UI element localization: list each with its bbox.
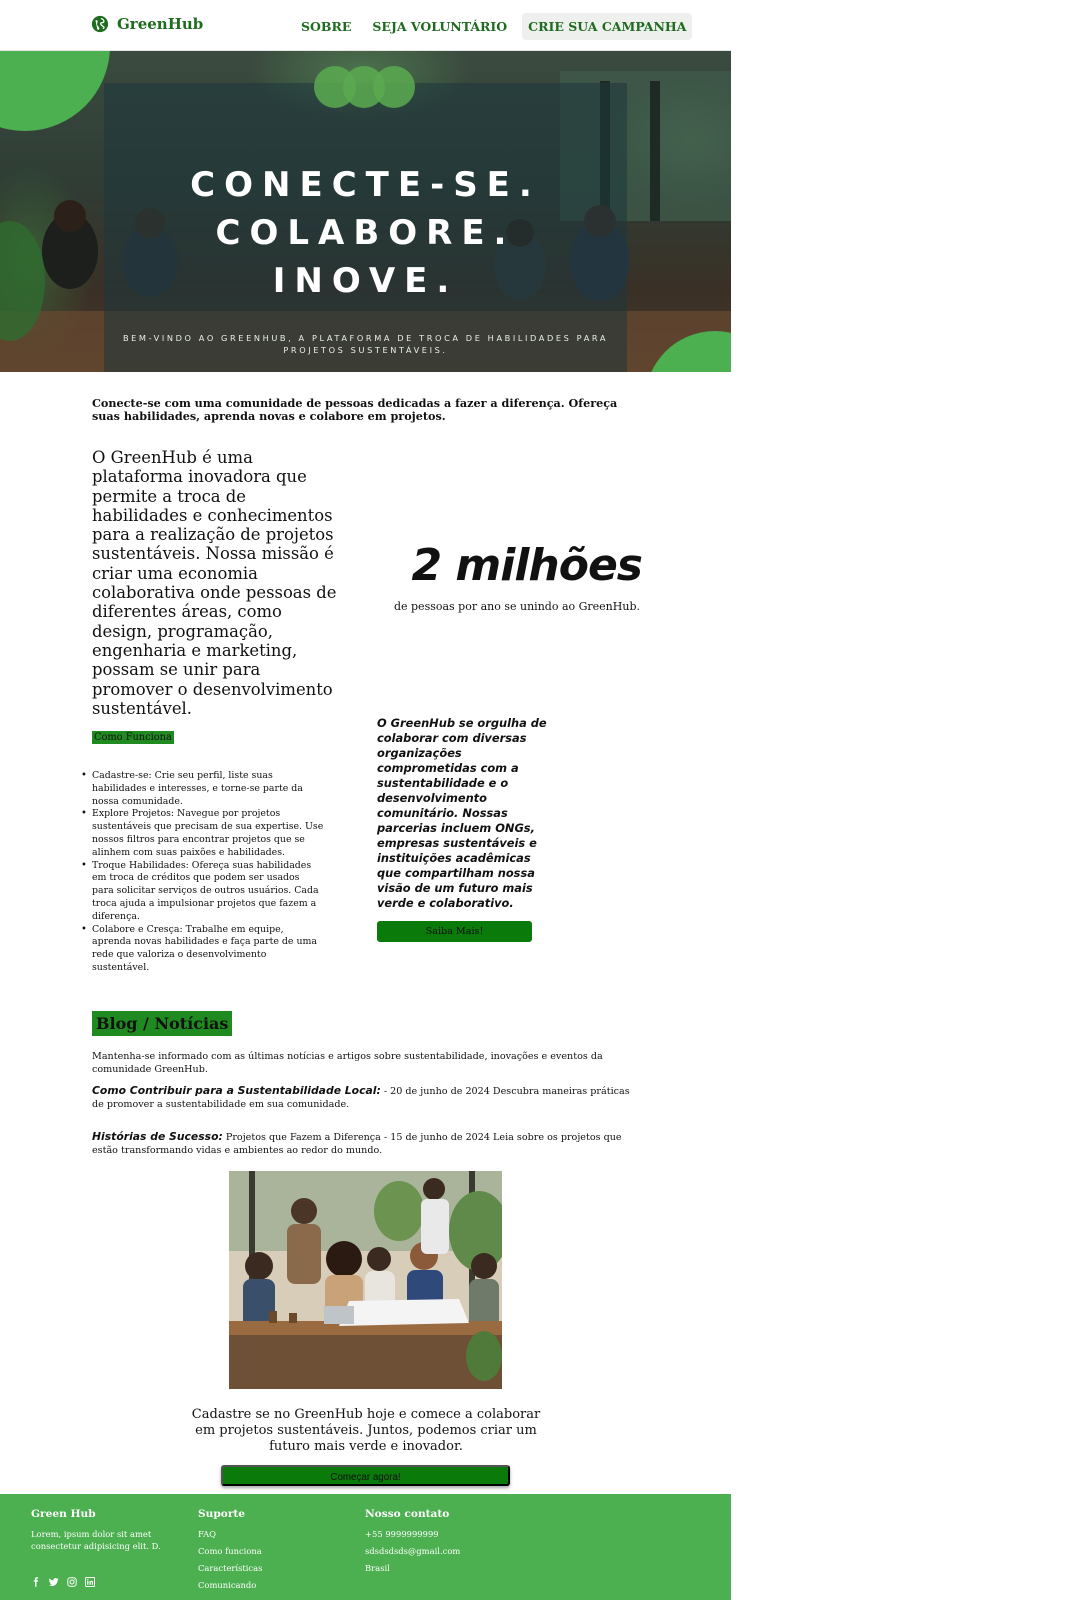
- blog-title: Blog / Notícias: [92, 1011, 233, 1036]
- how-it-works-list: Cadastre-se: Crie seu perfil, liste suas…: [81, 770, 324, 975]
- footer-link-comunicando[interactable]: Comunicando: [198, 1580, 348, 1592]
- footer-heading: Green Hub: [31, 1508, 96, 1520]
- footer-heading: Nosso contato: [365, 1508, 450, 1520]
- footer-support: Suporte FAQ Como funciona Característica…: [198, 1508, 348, 1597]
- nav-link-voluntario[interactable]: SEJA VOLUNTÁRIO: [366, 13, 513, 40]
- list-item: Colabore e Cresça: Trabalhe em equipe, a…: [81, 924, 324, 975]
- footer-email[interactable]: sdsdsdsds@gmail.com: [365, 1546, 525, 1558]
- stat-caption: de pessoas por ano se unindo ao GreenHub…: [393, 600, 640, 613]
- stat-value: 2 milhões: [411, 540, 643, 591]
- blog-post: Como Contribuir para a Sustentabilidade …: [92, 1084, 642, 1111]
- globe-icon: [91, 15, 109, 33]
- blog-post-title[interactable]: Histórias de Sucesso:: [92, 1130, 223, 1143]
- list-item: Cadastre-se: Crie seu perfil, liste suas…: [81, 770, 324, 808]
- intro-text: Conecte-se com uma comunidade de pessoas…: [92, 396, 618, 423]
- blog-post: Histórias de Sucesso: Projetos que Fazem…: [92, 1130, 642, 1157]
- community-photo: [229, 1171, 502, 1389]
- brand-logo-link[interactable]: GreenHub: [91, 15, 203, 33]
- footer-contact: Nosso contato +55 9999999999 sdsdsdsds@g…: [365, 1508, 525, 1580]
- page: GreenHub SOBRE SEJA VOLUNTÁRIO CRIE SUA …: [0, 0, 731, 1600]
- list-item: Troque Habilidades: Ofereça suas habilid…: [81, 860, 324, 924]
- hero-title-line: COLABORE.: [215, 213, 516, 253]
- instagram-icon[interactable]: [67, 1572, 77, 1587]
- footer-phone[interactable]: +55 9999999999: [365, 1529, 525, 1541]
- footer-about: Green Hub Lorem, ipsum dolor sit amet co…: [31, 1508, 196, 1552]
- community-photo-image: [229, 1171, 502, 1389]
- start-now-button[interactable]: Começar agora!: [221, 1465, 510, 1486]
- nav-link-sobre[interactable]: SOBRE: [295, 13, 357, 40]
- hero-title-line: INOVE.: [272, 261, 459, 301]
- top-nav: GreenHub SOBRE SEJA VOLUNTÁRIO CRIE SUA …: [0, 0, 731, 51]
- brand-name: GreenHub: [117, 15, 204, 33]
- partners-text: O GreenHub se orgulha de colaborar com d…: [377, 716, 547, 910]
- nav-link-crie-campanha[interactable]: CRIE SUA CAMPANHA: [522, 13, 693, 40]
- social-links: [31, 1572, 95, 1587]
- linkedin-icon[interactable]: [85, 1572, 95, 1587]
- about-text: O GreenHub é uma plataforma inovadora qu…: [92, 448, 337, 718]
- blog-lead: Mantenha-se informado com as últimas not…: [92, 1051, 603, 1075]
- footer-support-links: FAQ Como funciona Características Comuni…: [198, 1529, 348, 1592]
- footer-link-caracteristicas[interactable]: Características: [198, 1563, 348, 1575]
- hero-title-line: CONECTE-SE.: [190, 165, 541, 205]
- hero-title: CONECTE-SE. COLABORE. INOVE.: [104, 161, 627, 305]
- list-item: Explore Projetos: Navegue por projetos s…: [81, 808, 324, 859]
- footer-link-como-funciona[interactable]: Como funciona: [198, 1546, 348, 1558]
- footer-link-faq[interactable]: FAQ: [198, 1529, 348, 1541]
- blog-post-title[interactable]: Como Contribuir para a Sustentabilidade …: [92, 1084, 381, 1097]
- footer-country: Brasil: [365, 1563, 390, 1573]
- footer-about-text: Lorem, ipsum dolor sit amet consectetur …: [31, 1529, 161, 1551]
- facebook-icon[interactable]: [31, 1572, 41, 1587]
- footer-heading: Suporte: [198, 1508, 246, 1520]
- decor-dot: [373, 66, 415, 108]
- learn-more-button[interactable]: Saiba Mais!: [377, 921, 532, 942]
- nav-links: SOBRE SEJA VOLUNTÁRIO CRIE SUA CAMPANHA: [295, 13, 693, 40]
- how-it-works-badge: Como Funciona: [92, 731, 174, 744]
- footer-contact-lines: +55 9999999999 sdsdsdsds@gmail.com Brasi…: [365, 1529, 525, 1575]
- twitter-icon[interactable]: [49, 1572, 59, 1586]
- hero-subtitle: BEM-VINDO AO GREENHUB, A PLATAFORMA DE T…: [122, 333, 609, 355]
- hero-banner: CONECTE-SE. COLABORE. INOVE. BEM-VINDO A…: [0, 51, 731, 372]
- cta-text: Cadastre se no GreenHub hoje e comece a …: [191, 1407, 541, 1454]
- site-footer: Green Hub Lorem, ipsum dolor sit amet co…: [0, 1494, 731, 1600]
